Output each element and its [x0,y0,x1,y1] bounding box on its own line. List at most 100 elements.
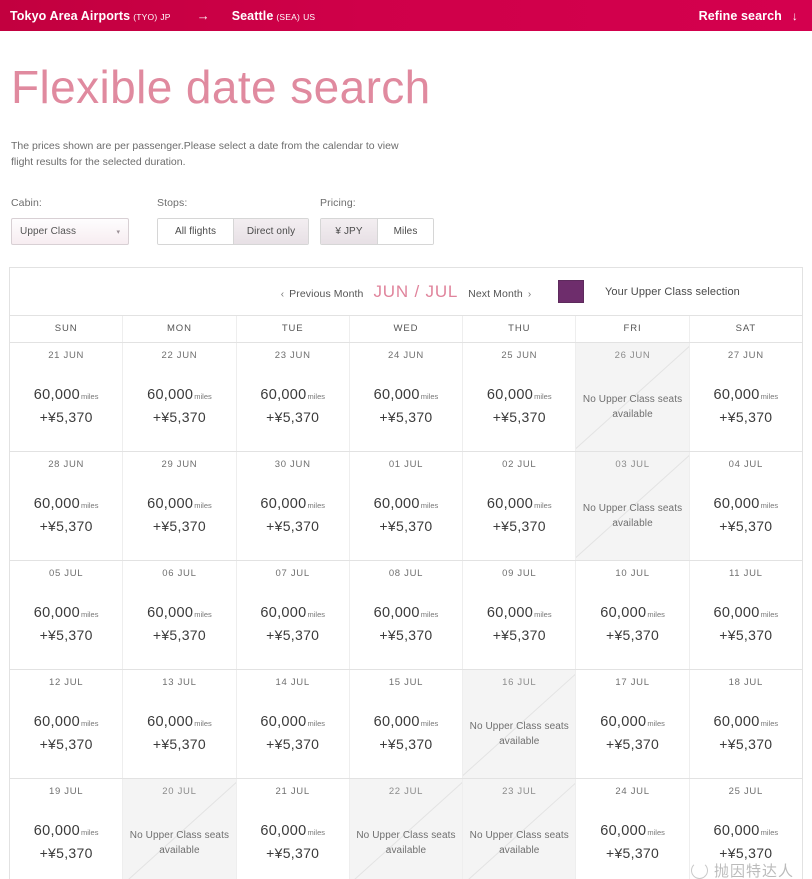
calendar-day-date: 12 JUL [48,677,84,689]
calendar-day-date: 19 JUL [48,786,84,798]
calendar-day-cell[interactable]: 02 JUL 60,000miles +¥5,370 [462,452,576,561]
weekday-header-sun: SUN [54,323,78,335]
pricing-option-jpy[interactable]: ¥ JPY [321,219,377,245]
calendar-day-cell[interactable]: 25 JUN 60,000miles +¥5,370 [462,343,576,452]
calendar-day-cell[interactable]: 14 JUL 60,000miles +¥5,370 [235,670,349,779]
cabin-select[interactable]: Upper Class ▾ [11,218,129,246]
calendar-day-cell[interactable]: 28 JUN 60,000miles +¥5,370 [10,452,123,561]
calendar-day-miles-unit: miles [534,610,552,620]
calendar-week-row: 12 JUL 60,000miles +¥5,370 13 JUL 60,000mile… [10,669,802,779]
weekday-header-row: SUN MON TUE WED THU FRI SAT [10,316,802,344]
filter-bar: Cabin: Upper Class ▾ Stops: All flights … [11,197,803,246]
calendar-day-cash: +¥5,370 [39,626,93,643]
calendar-day-cell[interactable]: 17 JUL 60,000miles +¥5,370 [575,670,689,779]
cabin-selected-value: Upper Class [20,226,77,238]
calendar-day-price: 60,000miles +¥5,370 [350,713,462,753]
calendar-day-miles: 60,000miles [33,714,99,731]
calendar-day-cash: +¥5,370 [492,517,546,534]
refine-search-button[interactable]: Refine search ↓ [699,9,798,23]
calendar-day-cell[interactable]: 24 JUL 60,000miles +¥5,370 [575,779,689,879]
calendar-day-date: 29 JUN [161,459,198,471]
calendar-day-cell[interactable]: 10 JUL 60,000miles +¥5,370 [575,561,689,670]
calendar-day-cell[interactable]: 29 JUN 60,000miles +¥5,370 [122,452,236,561]
calendar-day-miles-unit: miles [194,719,212,729]
calendar-day-cell[interactable]: 05 JUL 60,000miles +¥5,370 [10,561,123,670]
calendar-day-date: 22 JUN [161,350,198,362]
route-header-bar: Tokyo Area Airports (TYO) JP → Seattle (… [0,0,812,31]
calendar-day-miles-unit: miles [420,501,439,511]
month-range-label: JUN / JUL [373,281,459,301]
stops-label: Stops: [157,197,188,210]
previous-month-button[interactable]: ‹ Previous Month [281,288,364,300]
calendar-day-cell[interactable]: 08 JUL 60,000miles +¥5,370 [348,561,463,670]
calendar-day-cell[interactable]: 30 JUN 60,000miles +¥5,370 [235,452,349,561]
calendar-day-unavailable-message: No Upper Class seats available [582,503,683,529]
origin-airport-name: Tokyo Area Airports [10,8,131,23]
calendar-day-miles: 60,000miles [486,387,552,404]
calendar-day-cash: +¥5,370 [379,626,433,643]
calendar-day-cell[interactable]: 09 JUL 60,000miles +¥5,370 [462,561,576,670]
calendar-day-miles-unit: miles [194,610,212,620]
calendar-day-cell[interactable]: 01 JUL 60,000miles +¥5,370 [348,452,463,561]
calendar-day-miles-unit: miles [80,610,99,620]
calendar-day-cash: +¥5,370 [152,626,206,643]
calendar-day-cell[interactable]: 15 JUL 60,000miles +¥5,370 [348,670,463,779]
calendar-day-date: 16 JUL [502,677,537,689]
calendar-day-cell[interactable]: 11 JUL 60,000miles +¥5,370 [688,561,802,670]
weekday-header-tue: TUE [235,316,349,343]
calendar-day-miles: 60,000miles [373,605,439,622]
calendar-day-date: 26 JUN [614,350,651,362]
calendar-day-miles: 60,000miles [260,387,326,404]
calendar-day-date: 18 JUL [728,677,763,689]
calendar-day-cash: +¥5,370 [152,735,206,752]
calendar-day-miles-unit: miles [420,719,439,729]
calendar-day-cell[interactable]: 21 JUL 60,000miles +¥5,370 [235,779,349,879]
calendar-day-cell[interactable]: 21 JUN 60,000miles +¥5,370 [10,343,123,452]
calendar-day-price: 60,000miles +¥5,370 [463,604,575,644]
weekday-header-fri: FRI [575,316,688,343]
calendar-day-miles: 60,000miles [713,387,779,404]
calendar-day-cell[interactable]: 25 JUL 60,000miles +¥5,370 [688,779,802,879]
route-summary: Tokyo Area Airports (TYO) JP → Seattle (… [10,9,315,23]
next-month-button[interactable]: Next Month › [468,288,531,300]
calendar-day-cell[interactable]: 24 JUN 60,000miles +¥5,370 [348,343,463,452]
calendar-day-cash: +¥5,370 [379,517,433,534]
calendar-day-price: 60,000miles +¥5,370 [690,495,802,535]
calendar-day-cell-unavailable: 03 JUL No Upper Class seats available [575,452,689,561]
legend-label: Your Upper Class selection [605,285,740,298]
pricing-toggle-group: ¥ JPY Miles [320,218,434,246]
pricing-filter-group: Pricing: ¥ JPY Miles [320,197,434,246]
calendar-day-date: 13 JUL [162,677,197,689]
stops-option-all-flights[interactable]: All flights [158,219,233,245]
calendar-day-miles-unit: miles [194,501,212,511]
stops-option-direct-only[interactable]: Direct only [233,219,308,245]
calendar-day-miles-unit: miles [760,828,779,838]
calendar-day-date: 25 JUN [501,350,538,362]
calendar-day-price: 60,000miles +¥5,370 [10,604,122,644]
calendar-day-date: 03 JUL [615,459,650,471]
calendar-day-date: 04 JUL [728,459,763,471]
weekday-header-sat: SAT [688,316,802,343]
chevron-down-icon: ▾ [116,228,120,236]
calendar-day-cell[interactable]: 23 JUN 60,000miles +¥5,370 [235,343,349,452]
calendar-day-miles: 60,000miles [713,496,779,513]
calendar-day-cell[interactable]: 22 JUN 60,000miles +¥5,370 [122,343,236,452]
calendar-day-cell[interactable]: 12 JUL 60,000miles +¥5,370 [10,670,123,779]
calendar-day-cell[interactable]: 19 JUL 60,000miles +¥5,370 [10,779,123,879]
calendar-day-miles: 60,000miles [713,605,779,622]
calendar-day-cell-unavailable: 22 JUL No Upper Class seats available [348,779,463,879]
calendar-day-cell[interactable]: 27 JUN 60,000miles +¥5,370 [688,343,802,452]
calendar-day-cell[interactable]: 13 JUL 60,000miles +¥5,370 [122,670,236,779]
calendar-day-cell[interactable]: 06 JUL 60,000miles +¥5,370 [122,561,236,670]
pricing-option-miles[interactable]: Miles [377,219,433,245]
calendar-day-cell[interactable]: 18 JUL 60,000miles +¥5,370 [688,670,802,779]
calendar-day-cell[interactable]: 04 JUL 60,000miles +¥5,370 [688,452,802,561]
calendar-day-miles-unit: miles [80,719,99,729]
calendar-day-price: 60,000miles +¥5,370 [350,604,462,644]
calendar-day-date: 08 JUL [388,568,424,580]
calendar-day-miles-unit: miles [307,828,326,838]
calendar-day-miles-unit: miles [647,828,665,838]
calendar-day-date: 24 JUL [615,786,650,798]
calendar-day-unavailable-message: No Upper Class seats available [356,830,456,856]
calendar-day-cell[interactable]: 07 JUL 60,000miles +¥5,370 [235,561,349,670]
